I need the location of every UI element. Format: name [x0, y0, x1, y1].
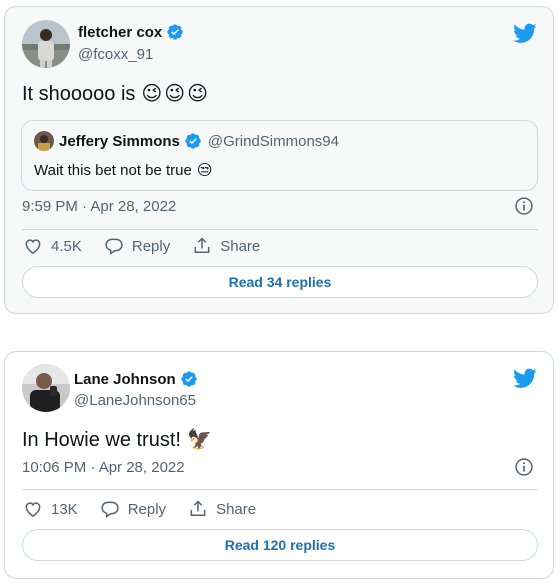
quote-handle[interactable]: @GrindSimmons94	[208, 133, 339, 150]
handle[interactable]: @fcoxx_91	[78, 46, 153, 63]
reply-label: Reply	[131, 237, 171, 255]
quote-avatar[interactable]	[34, 131, 54, 151]
twitter-logo-icon[interactable]	[513, 21, 537, 45]
reply-button[interactable]: Reply	[100, 499, 166, 519]
share-label: Share	[216, 500, 257, 518]
handle[interactable]: @LaneJohnson65	[74, 392, 196, 409]
share-button[interactable]: Share	[192, 236, 260, 256]
like-count: 13K	[51, 500, 78, 518]
quoted-tweet[interactable]: Jeffery Simmons @GrindSimmons94 Wait thi…	[21, 120, 538, 191]
display-name[interactable]: Lane Johnson	[74, 371, 176, 388]
winking-face-emoji: 😉	[141, 83, 163, 105]
twitter-logo-icon[interactable]	[513, 366, 537, 390]
verified-badge-icon	[185, 133, 201, 149]
share-label: Share	[220, 237, 261, 255]
winking-face-emoji: 😉	[164, 83, 186, 105]
reply-button[interactable]: Reply	[104, 236, 170, 256]
read-replies-button[interactable]: Read 34 replies	[22, 266, 538, 298]
tweet-text: In Howie we trust!	[22, 429, 181, 451]
info-icon[interactable]	[514, 457, 534, 477]
divider	[22, 489, 538, 490]
verified-badge-icon	[167, 24, 183, 40]
display-name[interactable]: fletcher cox	[78, 24, 162, 41]
like-count: 4.5K	[51, 237, 82, 255]
timestamp[interactable]: 10:06 PM · Apr 28, 2022	[22, 459, 185, 476]
timestamp[interactable]: 9:59 PM · Apr 28, 2022	[22, 198, 176, 215]
heart-icon	[25, 239, 41, 254]
winking-face-emoji: 😉	[187, 83, 208, 105]
tweet-card[interactable]: fletcher cox @fcoxx_91 It shooooo is 😉 😉…	[4, 6, 554, 314]
tweet-text: It shooooo is	[22, 83, 136, 105]
divider	[22, 229, 538, 230]
tweet-card[interactable]: Lane Johnson @LaneJohnson65 In Howie we …	[4, 351, 554, 579]
info-icon[interactable]	[514, 196, 534, 216]
reply-label: Reply	[127, 500, 167, 518]
quote-display-name[interactable]: Jeffery Simmons	[59, 133, 180, 150]
reply-icon	[105, 238, 123, 255]
like-button[interactable]: 4.5K	[23, 236, 82, 256]
reply-icon	[101, 501, 119, 518]
verified-badge-icon	[181, 371, 197, 387]
avatar[interactable]	[22, 364, 70, 412]
like-button[interactable]: 13K	[23, 499, 78, 519]
share-icon	[194, 237, 210, 253]
share-icon	[190, 500, 206, 516]
unamused-face-emoji: 😒	[196, 162, 213, 179]
share-button[interactable]: Share	[188, 499, 256, 519]
read-replies-button[interactable]: Read 120 replies	[22, 529, 538, 561]
avatar[interactable]	[22, 20, 70, 68]
quote-text: Wait this bet not be true	[34, 161, 192, 179]
eagle-emoji: 🦅	[186, 429, 212, 451]
heart-icon	[25, 502, 41, 517]
